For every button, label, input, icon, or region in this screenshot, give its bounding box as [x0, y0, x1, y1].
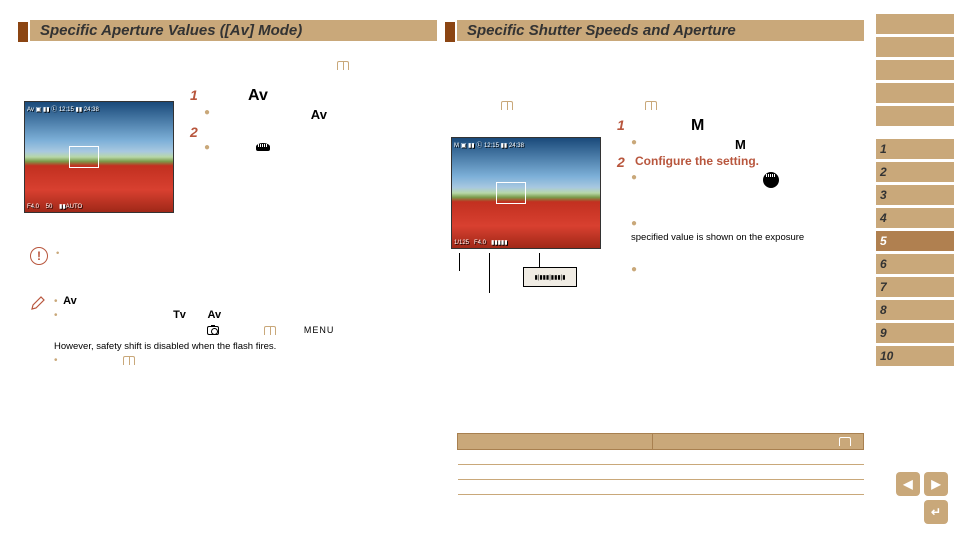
- safety-shift-note: However, safety shift is disabled when t…: [54, 340, 437, 353]
- mode-m-label-2: M: [735, 137, 746, 152]
- sidebar-chapter-10[interactable]: 10: [876, 346, 954, 366]
- book-icon: [264, 326, 276, 335]
- table-header: [652, 434, 863, 450]
- bullet-icon: ●: [631, 218, 637, 229]
- control-wheel-icon: [256, 143, 270, 151]
- book-icon: [645, 101, 657, 110]
- step-2-label: Configure the setting.: [635, 154, 759, 168]
- step-number-1: 1: [190, 87, 204, 103]
- sidebar-chapter-5[interactable]: 5: [876, 231, 954, 251]
- sidebar-chapter-7[interactable]: 7: [876, 277, 954, 297]
- step-number-1: 1: [617, 117, 631, 133]
- sidebar-chapter-8[interactable]: 8: [876, 300, 954, 320]
- sidebar-chapter-2[interactable]: 2: [876, 162, 954, 182]
- info-table: [457, 433, 864, 495]
- table-header: [458, 434, 653, 450]
- camera-small-icon: [207, 326, 219, 335]
- sidebar-section-tab[interactable]: [876, 60, 954, 80]
- return-button[interactable]: ↵: [924, 500, 948, 524]
- bullet-icon: ●: [631, 137, 637, 148]
- step-number-2: 2: [617, 154, 631, 170]
- book-icon: [123, 356, 135, 365]
- exposure-indicator-callout: ▮|▮▮▮|▮▮▮|▮: [523, 267, 577, 287]
- menu-label: MENU: [304, 325, 335, 335]
- note-av-label: Av: [63, 295, 77, 307]
- sidebar-section-tab[interactable]: [876, 83, 954, 103]
- next-page-button[interactable]: ▶: [924, 472, 948, 496]
- nav-button-group: ◀ ▶ ↵: [890, 472, 948, 524]
- left-section-title: Specific Aperture Values ([Av] Mode): [30, 20, 437, 41]
- mode-av-label: Av: [248, 87, 268, 105]
- specified-value-line: specified value is shown on the exposure: [631, 231, 864, 244]
- sidebar-chapter-1[interactable]: 1: [876, 139, 954, 159]
- step-number-2: 2: [190, 124, 204, 140]
- sidebar-chapter-6[interactable]: 6: [876, 254, 954, 274]
- sidebar-chapter-4[interactable]: 4: [876, 208, 954, 228]
- note-av-label-2: Av: [207, 309, 221, 321]
- mode-av-label-2: Av: [311, 107, 327, 122]
- note-pencil-icon: [30, 295, 46, 311]
- control-wheel-outline-icon: [763, 172, 779, 188]
- left-column: Specific Aperture Values ([Av] Mode) Av …: [0, 0, 447, 534]
- sidebar-section-tab[interactable]: [876, 14, 954, 34]
- sidebar-section-tab[interactable]: [876, 37, 954, 57]
- camera-preview-m: M ▣ ▮▮ Ⓛ 12:15 ▮▮ 24:38 1/125 F4.0 ▮▮▮▮▮: [451, 137, 601, 249]
- book-icon: [501, 101, 513, 110]
- sidebar-chapter-9[interactable]: 9: [876, 323, 954, 343]
- sidebar-section-tab[interactable]: [876, 106, 954, 126]
- note-bullet: •: [54, 355, 58, 366]
- note-tv-label: Tv: [173, 309, 186, 321]
- bullet-icon: ●: [631, 172, 637, 183]
- camera-preview-av: Av ▣ ▮▮ Ⓛ 12:15 ▮▮ 24:38 F4.0 50 ▮▮AUTO: [24, 101, 174, 213]
- right-section-title: Specific Shutter Speeds and Aperture: [457, 20, 864, 41]
- mode-m-label: M: [691, 117, 704, 135]
- prev-page-button[interactable]: ◀: [896, 472, 920, 496]
- bullet-icon: ●: [204, 107, 210, 118]
- bullet-icon: ●: [204, 142, 210, 153]
- book-icon: [337, 61, 349, 70]
- sidebar: 1 2 3 4 5 6 7 8 9 10: [876, 0, 954, 534]
- bullet-icon: ●: [631, 264, 637, 275]
- sidebar-chapter-3[interactable]: 3: [876, 185, 954, 205]
